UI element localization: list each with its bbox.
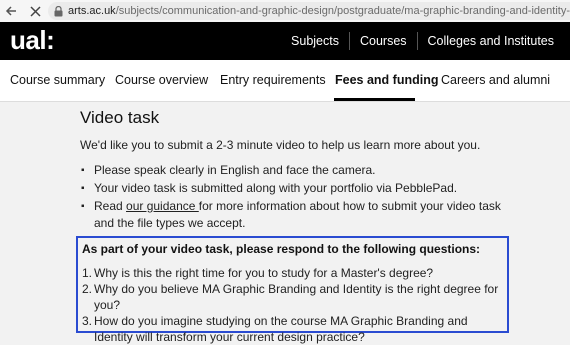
nav-subjects[interactable]: Subjects [281,32,349,50]
tab-careers-and-alumni[interactable]: Careers and alumni [441,73,550,87]
bullet-text: Your video task is submitted along with … [94,181,458,195]
tab-entry-requirements[interactable]: Entry requirements [220,73,326,87]
close-icon [29,5,41,17]
guidance-link[interactable]: our guidance [126,199,199,213]
question-text: Why do you believe MA Graphic Branding a… [94,282,499,312]
url-path: /subjects/communication-and-graphic-desi… [115,5,570,17]
question-number: 1. [82,266,93,280]
stop-button[interactable] [26,2,44,20]
bullet-text-pre: Read [94,199,127,213]
ual-logo[interactable]: ual: [10,25,55,56]
questions-list: 1. Why is this the right time for you to … [82,265,503,345]
question-item: 2. Why do you believe MA Graphic Branding… [82,281,503,313]
address-bar[interactable]: arts.ac.uk/subjects/communication-and-gr… [48,2,570,20]
question-text: Why is this the right time for you to st… [94,266,434,280]
tab-course-summary[interactable]: Course summary [10,73,105,87]
nav-colleges-and-institutes[interactable]: Colleges and Institutes [416,32,564,50]
site-header: ual: Subjects Courses Colleges and Insti… [0,22,570,60]
active-tab-indicator [334,98,415,101]
question-text: How do you imagine studying on the cours… [94,314,468,344]
intro-text: We'd like you to submit a 2-3 minute vid… [80,138,481,152]
browser-toolbar: arts.ac.uk/subjects/communication-and-gr… [0,0,570,22]
tab-course-overview[interactable]: Course overview [115,73,208,87]
url-text: arts.ac.uk/subjects/communication-and-gr… [68,5,570,17]
arrow-left-icon [5,6,16,16]
questions-highlight-box: As part of your video task, please respo… [76,236,509,344]
course-tabs: Course summary Course overview Entry req… [0,60,570,102]
url-domain: arts.ac.uk [68,5,116,17]
header-nav: Subjects Courses Colleges and Institutes [281,22,564,60]
nav-courses[interactable]: Courses [348,32,417,50]
list-item: Your video task is submitted along with … [80,180,520,197]
back-button[interactable] [2,2,20,20]
question-item: 3. How do you imagine studying on the cou… [82,313,503,345]
instructions-list: Please speak clearly in English and face… [80,162,520,233]
question-number: 2. [82,282,93,296]
section-title: Video task [80,108,160,127]
bullet-text: Please speak clearly in English and face… [94,163,376,177]
question-number: 3. [82,314,93,328]
lock-icon [54,5,63,17]
tab-fees-and-funding[interactable]: Fees and funding [335,73,438,87]
questions-heading: As part of your video task, please respo… [82,242,481,256]
list-item: Please speak clearly in English and face… [80,162,520,179]
list-item: Read our guidance for more information a… [80,198,520,232]
question-item: 1. Why is this the right time for you to … [82,265,503,281]
